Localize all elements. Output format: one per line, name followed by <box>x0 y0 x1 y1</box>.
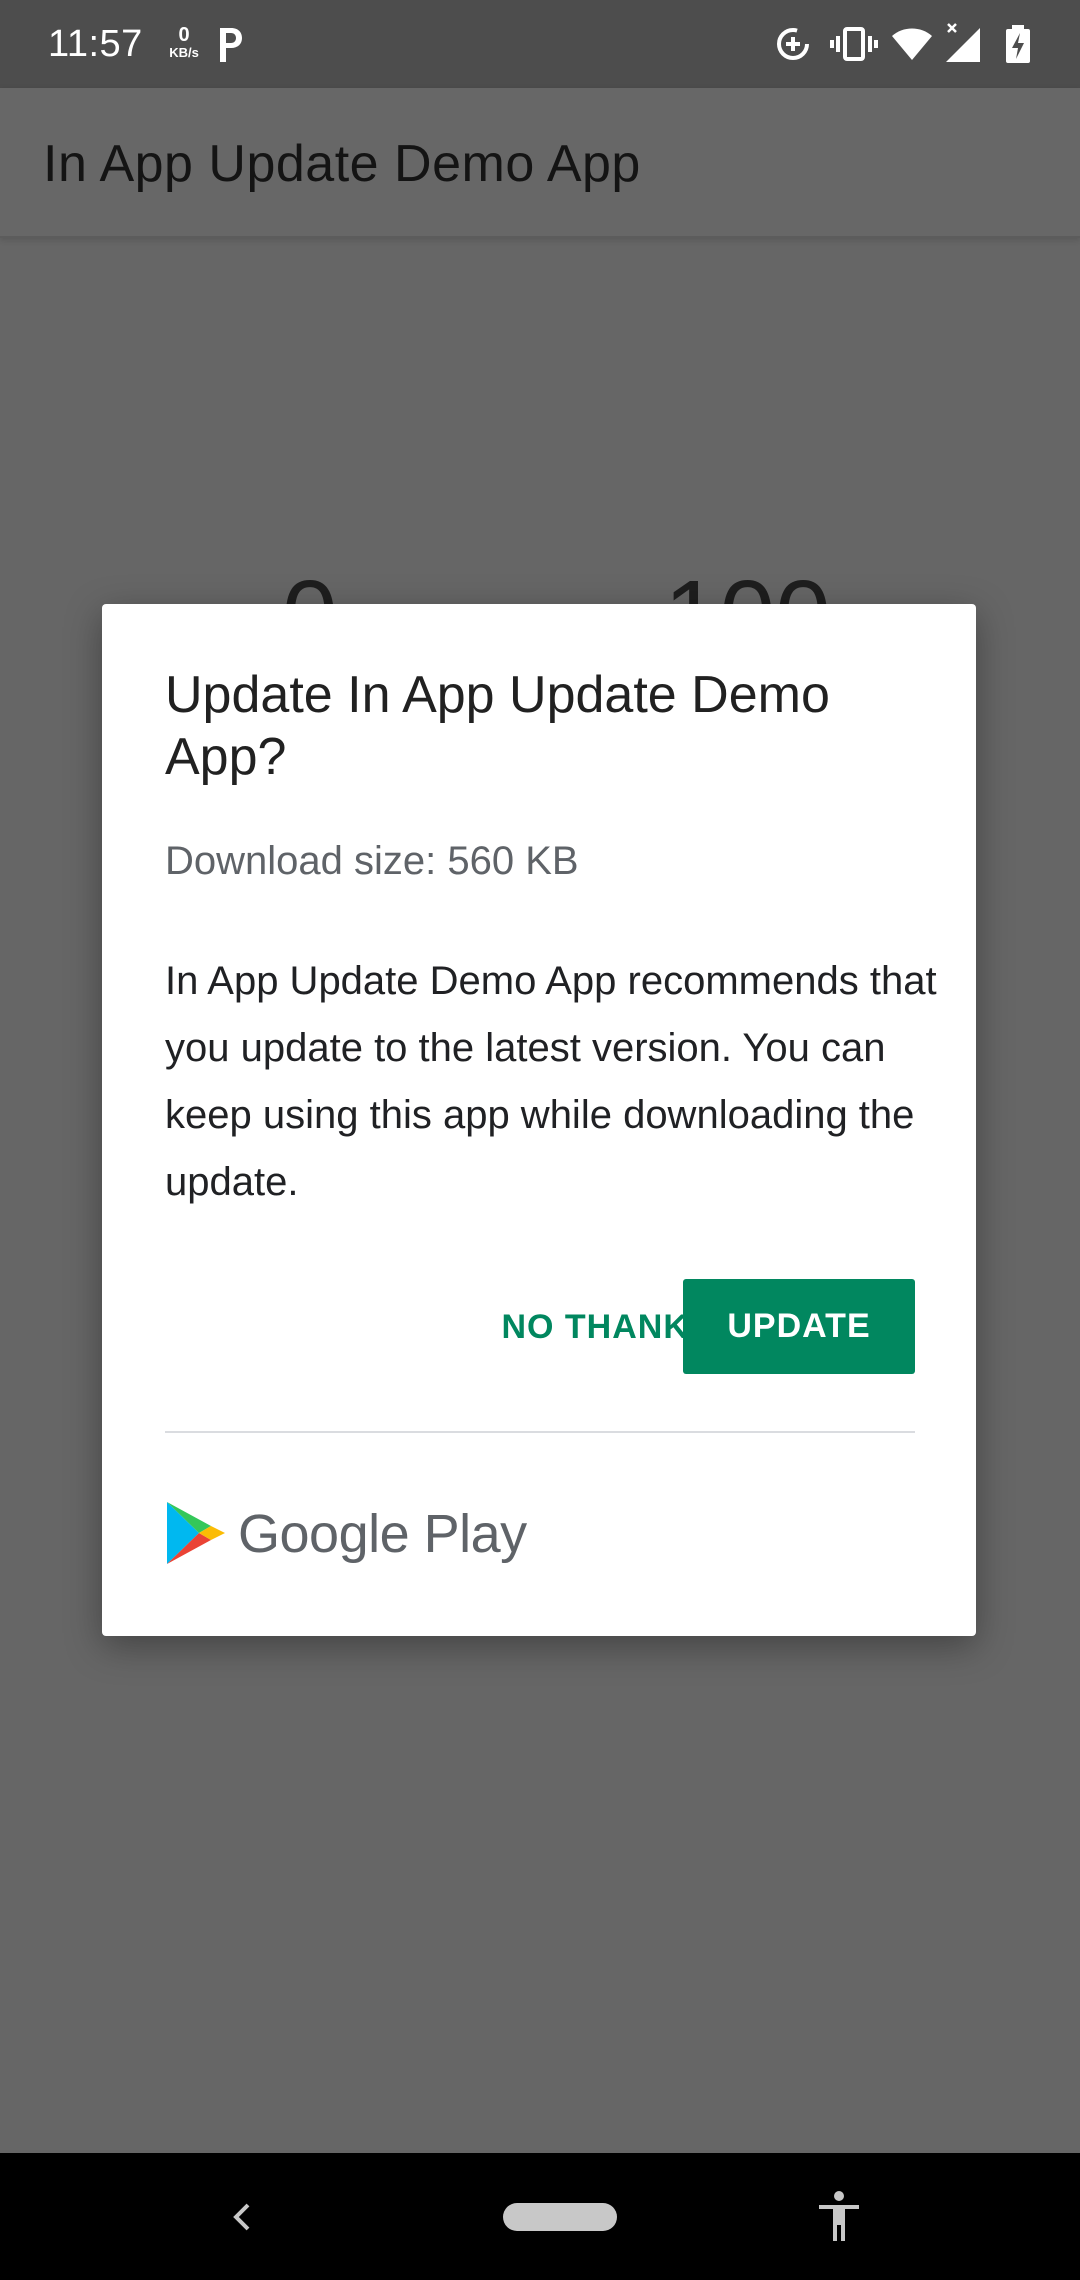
signal-icon <box>946 23 980 62</box>
wifi-icon <box>892 28 932 60</box>
network-speed-unit: KB/s <box>169 45 199 60</box>
dialog-title: Update In App Update Demo App? <box>165 666 830 786</box>
download-size: Download size: 560 KB <box>165 839 579 883</box>
app-bar: In App Update Demo App <box>0 88 1080 238</box>
update-button[interactable]: UPDATE <box>683 1279 915 1374</box>
navigation-bar <box>0 2153 1080 2280</box>
parking-app-icon <box>220 28 242 62</box>
battery-charging-icon <box>1006 25 1030 63</box>
network-speed: 0 KB/s <box>164 24 204 60</box>
google-play-wordmark: Google Play <box>238 1504 527 1564</box>
accessibility-icon[interactable] <box>817 2189 861 2243</box>
vibrate-icon <box>830 27 878 61</box>
data-saver-icon <box>777 28 809 60</box>
google-play-logo-icon <box>167 1502 225 1564</box>
app-title: In App Update Demo App <box>43 135 641 193</box>
back-icon[interactable] <box>222 2193 262 2241</box>
update-dialog: Update In App Update Demo App? Download … <box>102 604 976 1636</box>
home-pill-icon[interactable] <box>503 2203 617 2231</box>
status-bar: 11:57 0 KB/s <box>0 0 1080 88</box>
status-time: 11:57 <box>48 23 143 65</box>
network-speed-value: 0 <box>178 24 190 46</box>
divider <box>165 1431 915 1433</box>
screen: 11:57 0 KB/s In App Update Demo App Upda… <box>0 0 1080 2280</box>
dialog-message: In App Update Demo App recommends that y… <box>165 959 937 1204</box>
